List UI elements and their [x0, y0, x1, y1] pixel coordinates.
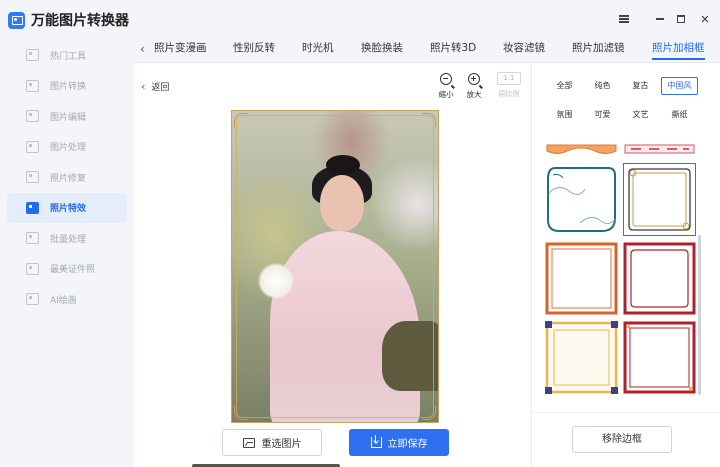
save-label: 立即保存: [387, 439, 428, 450]
frame-thumb-red-dots[interactable]: [623, 321, 696, 394]
sidebar-item-image-process[interactable]: 图片处理: [7, 132, 127, 162]
tab-gender-swap[interactable]: 性别反转: [233, 40, 275, 55]
sidebar-item-image-convert[interactable]: 图片转换: [7, 71, 127, 101]
frame-grid: [542, 143, 702, 395]
batch-icon: [26, 232, 39, 244]
minimize-icon[interactable]: [653, 12, 667, 26]
tab-time-machine[interactable]: 时光机: [302, 40, 334, 55]
sidebar-item-hot-tools[interactable]: 热门工具: [7, 40, 127, 70]
zoom-out-icon: [440, 73, 452, 85]
sidebar-item-image-edit[interactable]: 图片编辑: [7, 101, 127, 131]
remove-frame-button[interactable]: 移除边框: [572, 426, 672, 453]
sidebar-item-label: 图片转换: [50, 82, 87, 92]
sidebar-item-label: 照片修复: [50, 173, 87, 184]
frame-thumb-gold-ornate[interactable]: [623, 163, 696, 236]
sidebar-item-label: AI绘画: [50, 295, 77, 306]
frame-panel: 全部 纯色 复古 中国风 氛围 可爱 文艺 撕纸 移除边框: [531, 62, 720, 467]
effects-icon: [26, 201, 39, 214]
zoom-in-button[interactable]: 放大: [463, 73, 485, 100]
frame-thumb-orange-double[interactable]: [545, 242, 618, 315]
sidebar-item-label: 批量处理: [50, 234, 87, 245]
edit-icon: [26, 110, 39, 122]
tab-photo-to-comic[interactable]: 照片变漫画: [154, 40, 207, 55]
reselect-image-button[interactable]: 重选图片: [222, 429, 322, 456]
frame-thumb-teal-waves[interactable]: [545, 163, 618, 236]
ai-paint-icon: [26, 293, 39, 305]
frame-thumb-orange-banner[interactable]: [545, 143, 618, 156]
ratio-box: 1:1: [497, 72, 521, 85]
original-ratio-button[interactable]: 1:1 原比例: [495, 72, 523, 99]
sidebar-item-label: 图片编辑: [50, 112, 87, 123]
filter-solid[interactable]: 纯色: [584, 77, 621, 95]
repair-icon: [26, 171, 39, 183]
frame-thumb-red-classic[interactable]: [623, 242, 696, 315]
sidebar-item-photo-effects[interactable]: 照片特效: [7, 192, 127, 223]
id-photo-icon: [26, 262, 39, 275]
filter-atmosphere[interactable]: 氛围: [546, 106, 583, 124]
sidebar-item-label: 照片特效: [50, 204, 87, 214]
chevron-left-icon: ‹: [141, 80, 146, 93]
tab-face-swap[interactable]: 换脸换装: [361, 40, 403, 55]
sidebar-item-label: 图片处理: [50, 143, 87, 153]
filter-all[interactable]: 全部: [546, 77, 583, 95]
filter-torn-paper[interactable]: 撕纸: [661, 106, 698, 124]
filter-cute[interactable]: 可爱: [584, 106, 621, 124]
zoom-out-button[interactable]: 缩小: [435, 73, 457, 100]
menu-icon[interactable]: [617, 12, 631, 26]
filter-chinese-style[interactable]: 中国风: [661, 77, 698, 95]
back-label: 返回: [151, 83, 170, 93]
tab-photo-to-3d[interactable]: 照片转3D: [430, 40, 476, 55]
ratio-label: 原比例: [498, 90, 520, 98]
zoom-out-label: 缩小: [438, 90, 454, 99]
chevron-left-icon[interactable]: ‹: [140, 42, 145, 56]
maximize-icon[interactable]: [674, 12, 688, 26]
tab-photo-filter[interactable]: 照片加滤镜: [572, 40, 625, 55]
sidebar-item-id-photo[interactable]: 最美证件照: [7, 254, 127, 284]
fire-icon: [26, 49, 39, 61]
sidebar-item-photo-repair[interactable]: 照片修复: [7, 162, 127, 192]
app-title: 万能图片转换器: [8, 10, 129, 30]
frame-thumb-red-scroll[interactable]: [623, 143, 696, 156]
sidebar-item-ai-paint[interactable]: AI绘画: [7, 284, 127, 314]
back-button[interactable]: ‹ 返回: [141, 80, 169, 93]
save-now-button[interactable]: 立即保存: [349, 429, 449, 456]
sidebar-item-label: 最美证件照: [50, 265, 96, 275]
filter-literary[interactable]: 文艺: [622, 106, 659, 124]
app-logo-icon: [8, 11, 25, 29]
sidebar-item-batch[interactable]: 批量处理: [7, 223, 127, 253]
sidebar: 万能图片转换器 热门工具 图片转换 图片编辑 图片处理 照片修复 照片特效 批量…: [0, 0, 134, 467]
download-icon: [370, 435, 382, 448]
tab-makeup-filter[interactable]: 妆容滤镜: [503, 40, 545, 55]
sidebar-nav: 热门工具 图片转换 图片编辑 图片处理 照片修复 照片特效 批量处理 最美证件照…: [0, 40, 134, 315]
zoom-in-label: 放大: [466, 90, 482, 99]
process-icon: [26, 140, 39, 153]
sidebar-item-label: 热门工具: [50, 51, 87, 62]
vertical-scrollbar[interactable]: [698, 235, 701, 395]
app-name: 万能图片转换器: [31, 13, 129, 29]
image-icon: [242, 437, 255, 448]
tab-photo-frame[interactable]: 照片加相框: [652, 40, 705, 60]
reselect-label: 重选图片: [261, 439, 302, 450]
effect-tabs: ‹ 照片变漫画 性别反转 时光机 换脸换装 照片转3D 妆容滤镜 照片加滤镜 照…: [140, 38, 720, 62]
frame-thumb-navy-gold[interactable]: [545, 321, 618, 394]
convert-icon: [26, 79, 39, 92]
zoom-in-icon: [468, 73, 480, 85]
photo-preview: [231, 110, 439, 423]
editor-panel: ‹ 返回 缩小 放大 1:1 原比例 重选图片 立即保存: [134, 62, 530, 467]
close-icon[interactable]: ✕: [698, 12, 712, 26]
filter-retro[interactable]: 复古: [622, 77, 659, 95]
